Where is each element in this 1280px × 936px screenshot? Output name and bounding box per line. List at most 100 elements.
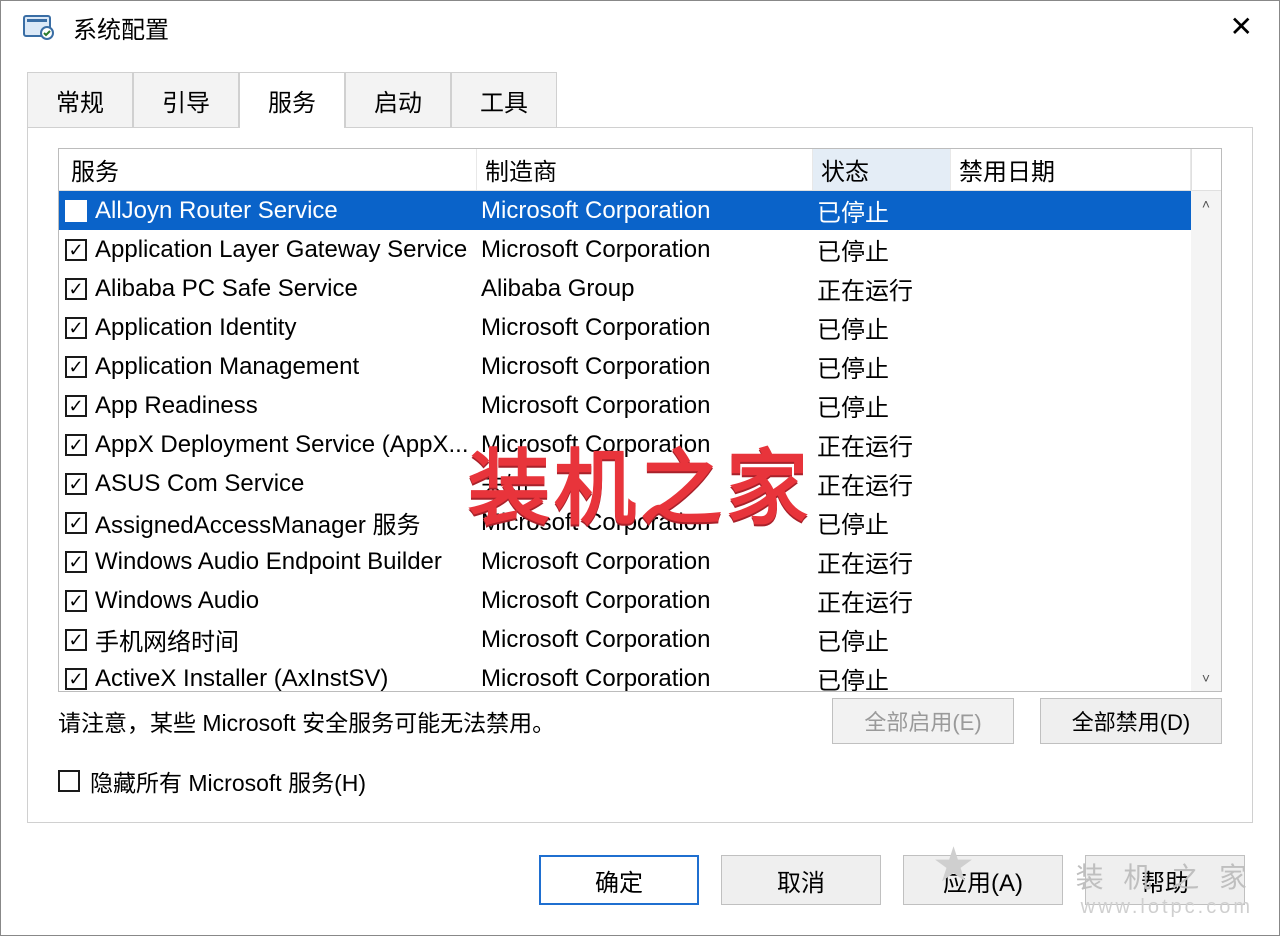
manufacturer-cell: Microsoft Corporation — [477, 665, 813, 692]
manufacturer-cell: Microsoft Corporation — [477, 548, 813, 576]
column-header-disabled-date[interactable]: 禁用日期 — [951, 149, 1191, 190]
status-cell: 正在运行 — [813, 271, 951, 306]
service-row[interactable]: ✓ App Readiness Microsoft Corporation已停止 — [59, 386, 1191, 425]
row-checkbox[interactable]: ✓ — [65, 395, 87, 417]
service-row[interactable]: ✓ Application Layer Gateway Service Micros… — [59, 230, 1191, 269]
row-checkbox[interactable]: ✓ — [65, 434, 87, 456]
close-button[interactable]: ✕ — [1216, 7, 1267, 47]
status-cell: 正在运行 — [813, 427, 951, 462]
service-row[interactable]: ✓ AllJoyn Router Service Microsoft Corpora… — [59, 191, 1191, 230]
help-button[interactable]: 帮助 — [1085, 855, 1245, 905]
tab-general[interactable]: 常规 — [27, 72, 133, 128]
status-cell: 已停止 — [813, 505, 951, 540]
status-cell: 已停止 — [813, 661, 951, 691]
manufacturer-cell: Microsoft Corporation — [477, 509, 813, 537]
service-row[interactable]: ✓ Windows Audio Endpoint Builder Microsoft… — [59, 542, 1191, 581]
service-name: Application Management — [95, 353, 359, 381]
vertical-scrollbar[interactable]: ˄ ˅ — [1191, 191, 1221, 691]
service-row[interactable]: ✓ Alibaba PC Safe Service Alibaba Group正在运… — [59, 269, 1191, 308]
status-cell: 正在运行 — [813, 466, 951, 501]
service-row[interactable]: ✓ Application Identity Microsoft Corporati… — [59, 308, 1191, 347]
status-cell: 已停止 — [813, 310, 951, 345]
row-checkbox[interactable]: ✓ — [65, 473, 87, 495]
status-cell: 已停止 — [813, 388, 951, 423]
status-cell: 正在运行 — [813, 583, 951, 618]
scroll-header-gap — [1191, 149, 1221, 190]
row-checkbox[interactable]: ✓ — [65, 629, 87, 651]
service-name: ASUS Com Service — [95, 470, 304, 498]
row-checkbox[interactable]: ✓ — [65, 590, 87, 612]
tab-startup[interactable]: 启动 — [345, 72, 451, 128]
hide-ms-services-checkbox[interactable]: 隐藏所有 Microsoft 服务(H) — [58, 764, 366, 798]
manufacturer-cell: Microsoft Corporation — [477, 626, 813, 654]
service-name: 手机网络时间 — [95, 622, 239, 657]
status-cell: 已停止 — [813, 349, 951, 384]
column-header-service[interactable]: 服务 — [59, 149, 477, 190]
msconfig-window: 系统配置 ✕ 常规 引导 服务 启动 工具 服务 制造商 状态 禁用日期 ✓ Al… — [0, 0, 1280, 936]
row-checkbox[interactable]: ✓ — [65, 200, 87, 222]
tab-boot[interactable]: 引导 — [133, 72, 239, 128]
scroll-up-button[interactable]: ˄ — [1191, 191, 1221, 217]
hide-ms-label: 隐藏所有 Microsoft 服务(H) — [90, 764, 366, 798]
window-title: 系统配置 — [73, 10, 169, 45]
tab-body: 服务 制造商 状态 禁用日期 ✓ AllJoyn Router Service Mi… — [27, 127, 1253, 823]
service-row[interactable]: ✓ 手机网络时间 Microsoft Corporation已停止 — [59, 620, 1191, 659]
cancel-button[interactable]: 取消 — [721, 855, 881, 905]
service-row[interactable]: ✓ ActiveX Installer (AxInstSV) Microsoft C… — [59, 659, 1191, 691]
manufacturer-cell: Microsoft Corporation — [477, 431, 813, 459]
service-row[interactable]: ✓ Application Management Microsoft Corpora… — [59, 347, 1191, 386]
service-name: Windows Audio Endpoint Builder — [95, 548, 442, 576]
services-list: 服务 制造商 状态 禁用日期 ✓ AllJoyn Router Service Mi… — [58, 148, 1222, 692]
tabstrip: 常规 引导 服务 启动 工具 — [1, 77, 1279, 127]
manufacturer-cell: 未知 — [477, 466, 813, 501]
column-header-row: 服务 制造商 状态 禁用日期 — [59, 149, 1221, 191]
row-checkbox[interactable]: ✓ — [65, 512, 87, 534]
enable-all-button[interactable]: 全部启用(E) — [832, 698, 1014, 744]
status-cell: 已停止 — [813, 193, 951, 228]
note-text: 请注意，某些 Microsoft 安全服务可能无法禁用。 — [58, 704, 555, 738]
row-checkbox[interactable]: ✓ — [65, 551, 87, 573]
manufacturer-cell: Microsoft Corporation — [477, 314, 813, 342]
service-name: AppX Deployment Service (AppX... — [95, 431, 469, 459]
service-name: Alibaba PC Safe Service — [95, 275, 358, 303]
column-header-status[interactable]: 状态 — [813, 149, 951, 190]
service-row[interactable]: ✓ ASUS Com Service 未知正在运行 — [59, 464, 1191, 503]
manufacturer-cell: Microsoft Corporation — [477, 197, 813, 225]
row-checkbox[interactable]: ✓ — [65, 317, 87, 339]
under-list-area: 请注意，某些 Microsoft 安全服务可能无法禁用。 全部启用(E) 全部禁… — [58, 692, 1222, 822]
row-checkbox[interactable]: ✓ — [65, 356, 87, 378]
manufacturer-cell: Microsoft Corporation — [477, 353, 813, 381]
manufacturer-cell: Microsoft Corporation — [477, 587, 813, 615]
service-row[interactable]: ✓ AppX Deployment Service (AppX... Microso… — [59, 425, 1191, 464]
column-header-manufacturer[interactable]: 制造商 — [477, 149, 813, 190]
disable-all-button[interactable]: 全部禁用(D) — [1040, 698, 1222, 744]
service-name: Application Identity — [95, 314, 296, 342]
row-checkbox[interactable]: ✓ — [65, 239, 87, 261]
list-body: ✓ AllJoyn Router Service Microsoft Corpora… — [59, 191, 1191, 691]
manufacturer-cell: Microsoft Corporation — [477, 392, 813, 420]
service-name: AssignedAccessManager 服务 — [95, 505, 420, 540]
service-name: App Readiness — [95, 392, 258, 420]
tab-services[interactable]: 服务 — [239, 72, 345, 128]
ok-button[interactable]: 确定 — [539, 855, 699, 905]
service-name: Windows Audio — [95, 587, 259, 615]
status-cell: 已停止 — [813, 232, 951, 267]
status-cell: 正在运行 — [813, 544, 951, 579]
apply-button[interactable]: 应用(A) — [903, 855, 1063, 905]
manufacturer-cell: Microsoft Corporation — [477, 236, 813, 264]
status-cell: 已停止 — [813, 622, 951, 657]
service-name: Application Layer Gateway Service — [95, 236, 467, 264]
row-checkbox[interactable]: ✓ — [65, 278, 87, 300]
row-checkbox[interactable]: ✓ — [65, 668, 87, 690]
titlebar: 系统配置 ✕ — [1, 1, 1279, 53]
manufacturer-cell: Alibaba Group — [477, 275, 813, 303]
scroll-down-button[interactable]: ˅ — [1191, 665, 1221, 691]
tab-tools[interactable]: 工具 — [451, 72, 557, 128]
service-name: ActiveX Installer (AxInstSV) — [95, 665, 388, 692]
service-row[interactable]: ✓ Windows Audio Microsoft Corporation正在运行 — [59, 581, 1191, 620]
app-icon — [23, 13, 55, 41]
service-row[interactable]: ✓ AssignedAccessManager 服务 Microsoft Corpo… — [59, 503, 1191, 542]
dialog-button-bar: 确定 取消 应用(A) 帮助 — [1, 825, 1279, 935]
checkbox-icon — [58, 770, 80, 792]
service-name: AllJoyn Router Service — [95, 197, 338, 225]
